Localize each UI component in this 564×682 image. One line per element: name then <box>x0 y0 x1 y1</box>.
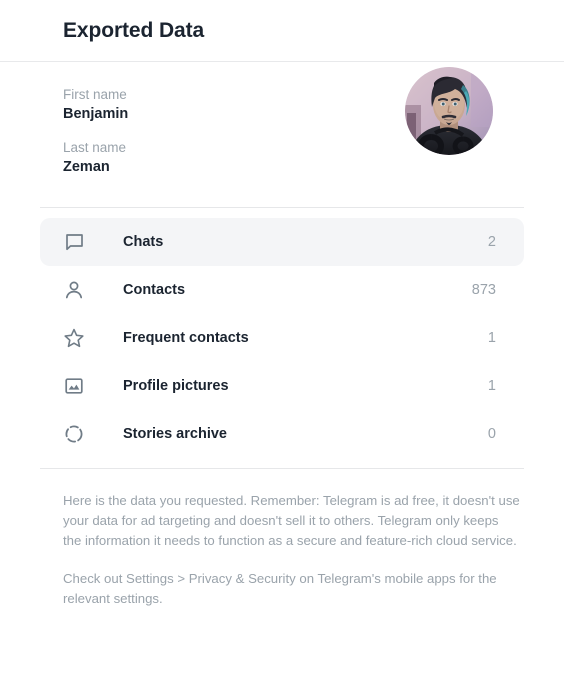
stat-count: 0 <box>487 426 496 442</box>
stats-list: Chats 2 Contacts 873 Frequent contacts 1 <box>0 208 564 468</box>
stat-row-stories-archive[interactable]: Stories archive 0 <box>40 410 524 458</box>
last-name-value: Zeman <box>63 159 110 175</box>
stat-row-frequent-contacts[interactable]: Frequent contacts 1 <box>40 314 524 362</box>
image-icon <box>62 374 86 398</box>
avatar <box>405 67 493 155</box>
stat-count: 1 <box>487 378 496 394</box>
stat-label: Contacts <box>123 282 186 298</box>
star-icon <box>62 326 86 350</box>
chat-bubble-icon <box>62 230 86 254</box>
notes-section: Here is the data you requested. Remember… <box>0 469 564 609</box>
page-title: Exported Data <box>63 18 205 42</box>
person-icon <box>62 278 86 302</box>
exported-data-page: Exported Data First name Benjamin Last n… <box>0 0 564 682</box>
stories-circle-icon <box>62 422 86 446</box>
stat-count: 873 <box>471 282 496 298</box>
privacy-note: Here is the data you requested. Remember… <box>63 493 520 548</box>
profile-photo <box>405 67 493 155</box>
page-header: Exported Data <box>0 0 564 62</box>
stat-label: Profile pictures <box>123 378 229 394</box>
stat-count: 2 <box>487 234 496 250</box>
settings-note: Check out Settings > Privacy & Security … <box>63 571 497 606</box>
stat-label: Stories archive <box>123 426 227 442</box>
stat-label: Chats <box>123 234 164 250</box>
stat-row-contacts[interactable]: Contacts 873 <box>40 266 524 314</box>
stat-label: Frequent contacts <box>123 330 249 346</box>
stat-count: 1 <box>487 330 496 346</box>
stat-row-chats[interactable]: Chats 2 <box>40 218 524 266</box>
profile-section: First name Benjamin Last name Zeman <box>0 62 564 207</box>
stat-row-profile-pictures[interactable]: Profile pictures 1 <box>40 362 524 410</box>
